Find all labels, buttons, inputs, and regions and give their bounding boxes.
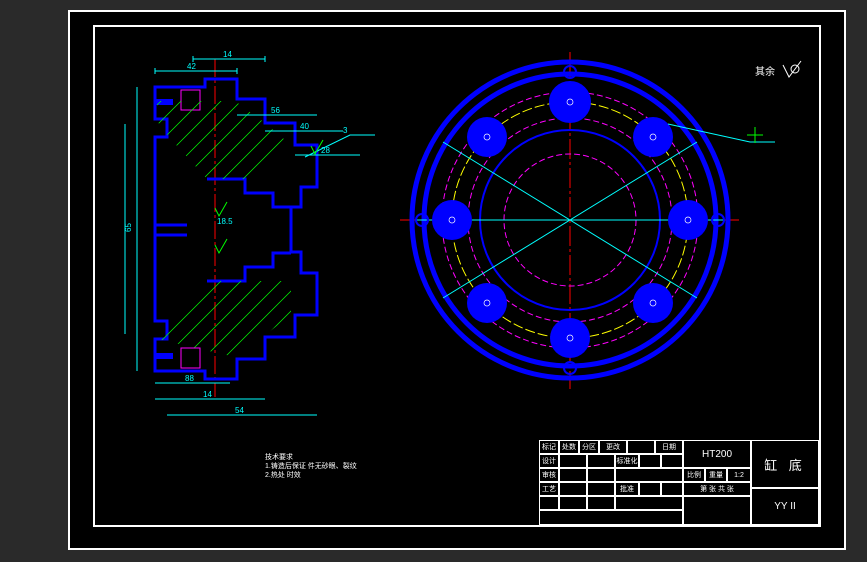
surface-finish-icon <box>783 61 801 77</box>
magenta-detail-top <box>181 90 200 110</box>
tb-material: HT200 <box>683 440 751 468</box>
tb-qty: 处数 <box>559 440 579 454</box>
svg-text:28: 28 <box>321 146 330 155</box>
finish-marks <box>215 140 323 253</box>
svg-text:18.5: 18.5 <box>217 217 233 226</box>
svg-text:88: 88 <box>185 374 194 383</box>
tech-notes: 技术要求 1.铸造后保证 件无砂眼、裂纹 2.热处 时效 <box>265 453 357 480</box>
tb-drawingno: YY II <box>751 488 819 525</box>
remaining-label: 其余 <box>755 65 775 78</box>
svg-text:54: 54 <box>235 406 244 415</box>
tb-sheet: 第 张 共 张 <box>683 482 751 496</box>
svg-text:42: 42 <box>187 62 196 71</box>
tb-process: 工艺 <box>539 482 559 496</box>
tb-sign <box>627 440 655 454</box>
magenta-detail-bot <box>181 348 200 368</box>
tb-mass-lbl: 重量 <box>705 468 727 482</box>
tb-scale-val: 1:2 <box>727 468 751 482</box>
tb-design: 设计 <box>539 454 559 468</box>
tb-date: 日期 <box>655 440 683 454</box>
leader-symbol <box>747 127 763 143</box>
svg-text:3: 3 <box>343 126 348 135</box>
tb-std: 标准化 <box>615 454 639 468</box>
blue-tab-bot <box>155 353 173 359</box>
tb-zone: 分区 <box>579 440 599 454</box>
tb-change: 更改 <box>599 440 627 454</box>
tb-scale-lbl: 比例 <box>683 468 705 482</box>
svg-text:65: 65 <box>124 223 133 232</box>
svg-text:14: 14 <box>223 50 232 59</box>
svg-text:40: 40 <box>300 122 309 131</box>
section-inner-steps <box>155 179 291 281</box>
tb-stage: 标记 <box>539 440 559 454</box>
svg-text:56: 56 <box>271 106 280 115</box>
tb-partname: 缸 底 <box>751 440 819 488</box>
section-outline <box>155 79 317 379</box>
svg-text:14: 14 <box>203 390 212 399</box>
title-block: 标记 处数 分区 更改 日期 设计 标准化 审核 工艺 批准 <box>539 440 819 525</box>
tb-check: 审核 <box>539 468 559 482</box>
drawing-border-frame: 其余 <box>93 25 821 527</box>
tb-approve: 批准 <box>615 482 639 496</box>
cad-drawing-canvas[interactable]: 其余 <box>95 27 819 525</box>
